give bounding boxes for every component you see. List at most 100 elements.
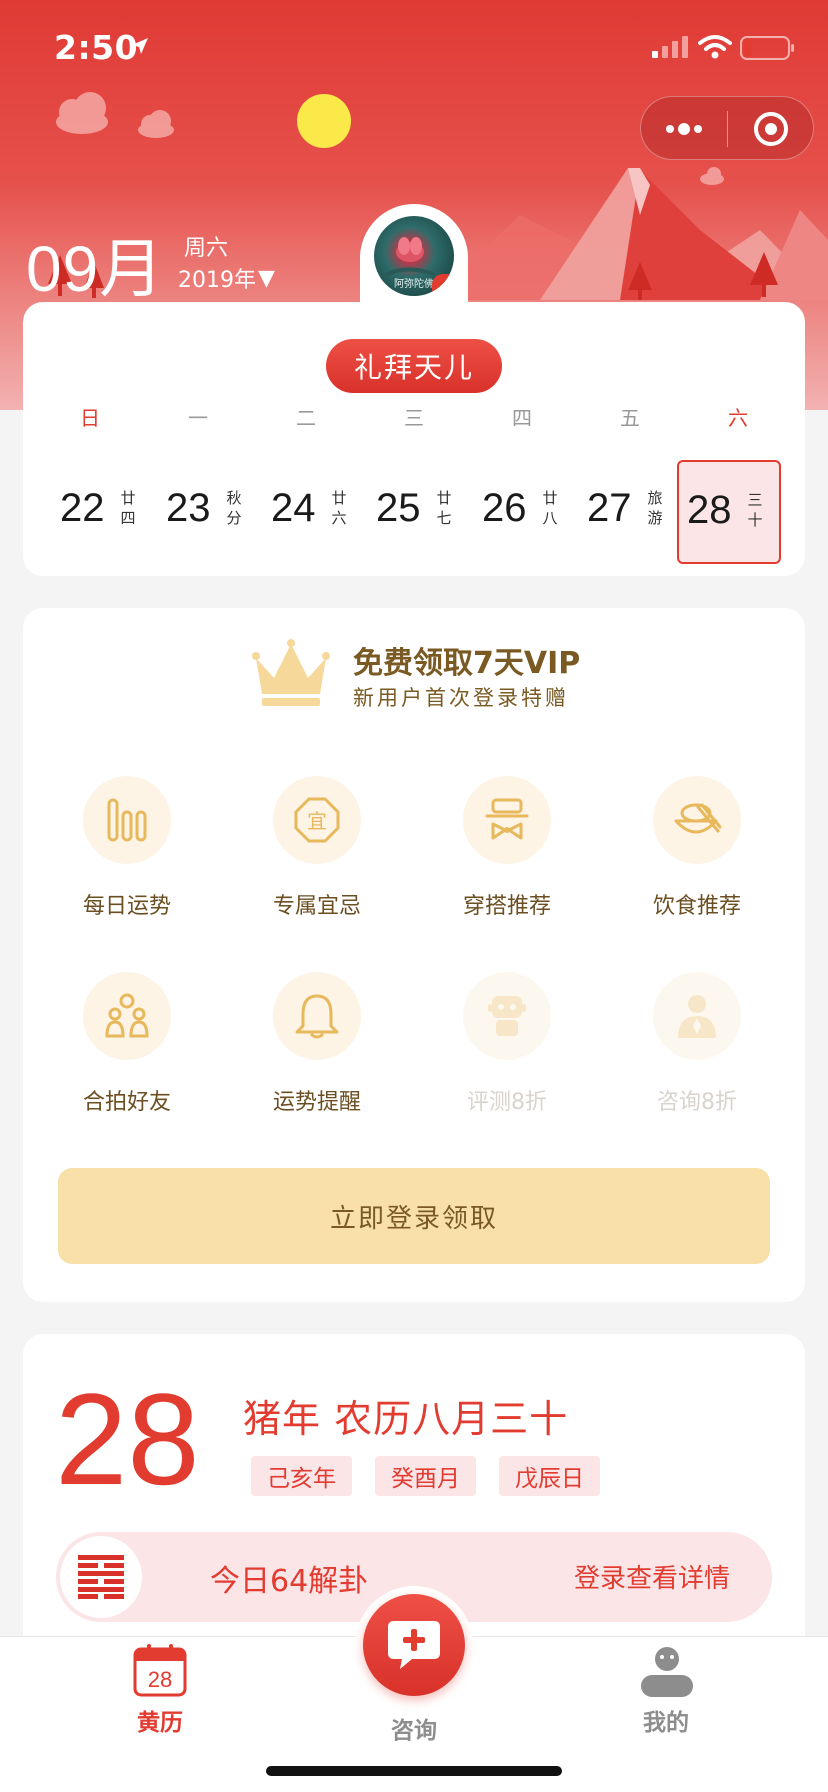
battery-icon [740, 36, 794, 60]
week-calendar-card: 礼拜天儿 日 一 二 三 四 五 六 22 廿四 23 秋分 24 廿六 25 … [23, 302, 805, 576]
svg-text:宜: 宜 [307, 809, 327, 833]
day-lunar-label: 廿七 [436, 489, 452, 527]
hexagram-icon [60, 1536, 142, 1618]
target-close-icon [754, 112, 788, 146]
feature-label: 评测8折 [467, 1090, 547, 1115]
profile-icon [641, 1647, 693, 1697]
status-time: 2:50 [54, 28, 139, 67]
day-cell[interactable]: 26 廿八 [474, 460, 578, 564]
consult-fab-container [355, 1586, 473, 1704]
feature-assessment-discount[interactable]: 评测8折 [417, 972, 597, 1132]
location-arrow-icon [132, 38, 148, 54]
weekday-label: 日 [80, 406, 100, 430]
day-number: 23 [166, 486, 211, 530]
feature-icon-circle [83, 972, 171, 1060]
feature-label: 穿搭推荐 [462, 894, 551, 919]
calendar-badge: 28 [148, 1667, 172, 1692]
feature-food[interactable]: 饮食推荐 [607, 776, 787, 936]
feature-label: 运势提醒 [272, 1090, 361, 1115]
hat-bowtie-icon [485, 798, 529, 840]
feature-icon-circle: 宜 [273, 776, 361, 864]
day-cell-selected[interactable]: 28 三十 [677, 460, 781, 564]
feature-consult-discount[interactable]: 咨询8折 [607, 972, 787, 1132]
hexagram-title: 今日64解卦 [210, 1564, 369, 1599]
tab-profile[interactable]: 我的 [566, 1637, 766, 1757]
consult-fab-button[interactable] [363, 1594, 465, 1696]
day-lunar-label: 廿八 [542, 489, 558, 527]
miniprogram-capsule [640, 96, 814, 160]
tab-label: 我的 [643, 1710, 689, 1736]
weekday-header-row: 日 一 二 三 四 五 六 [23, 402, 805, 442]
feature-label: 每日运势 [82, 894, 171, 919]
cellular-signal-icon [652, 36, 688, 58]
more-button[interactable] [641, 97, 727, 161]
yi-seal-icon: 宜 [294, 797, 340, 843]
weekday-label: 二 [296, 406, 316, 430]
day-cell[interactable]: 27 旅游 [579, 460, 683, 564]
day-number: 26 [482, 486, 527, 530]
login-view-details-link[interactable]: 登录查看详情 [574, 1558, 730, 1595]
day-cell[interactable]: 22 廿四 [52, 460, 156, 564]
feature-daily-fortune[interactable]: 每日运势 [37, 776, 217, 936]
bell-icon [295, 994, 339, 1039]
feature-icon-circle [653, 776, 741, 864]
day-lunar-label: 廿六 [331, 489, 347, 527]
more-dots-icon [666, 123, 702, 135]
friends-icon [105, 993, 149, 1038]
year-label: 2019年 [178, 268, 256, 293]
day-lunar-label: 廿四 [120, 489, 136, 527]
weekday-label: 五 [620, 406, 640, 430]
login-claim-button[interactable]: 立即登录领取 [58, 1168, 770, 1264]
home-indicator [266, 1766, 562, 1776]
ganzhi-month-tag: 癸酉月 [375, 1456, 476, 1496]
bars-icon [107, 798, 147, 842]
weekday-label: 三 [404, 406, 424, 430]
avatar-container[interactable]: 阿弥陀佛 [360, 204, 468, 316]
vip-title: 免费领取7天VIP [353, 646, 581, 681]
calendar-icon: 28 [133, 1644, 187, 1697]
current-month: 09月 [26, 233, 165, 305]
vip-subtitle: 新用户首次登录特赠 [353, 686, 569, 710]
feature-personal-yiji[interactable]: 宜 专属宜忌 [227, 776, 407, 936]
feature-icon-circle [463, 972, 551, 1060]
consult-icon [388, 1621, 440, 1669]
year-picker[interactable]: 2019年 ▼ [178, 262, 275, 294]
status-bar: 2:50 [0, 0, 828, 100]
advisor-icon [678, 995, 716, 1038]
feature-outfit[interactable]: 穿搭推荐 [417, 776, 597, 936]
week-days-row: 22 廿四 23 秋分 24 廿六 25 廿七 26 廿八 27 旅游 28 三… [23, 460, 805, 564]
almanac-day: 28 [55, 1366, 200, 1512]
current-weekday: 周六 [184, 236, 229, 261]
feature-icon-circle [273, 972, 361, 1060]
day-number: 25 [376, 486, 421, 530]
crown-icon [252, 639, 330, 706]
flag-badge-icon [432, 274, 454, 296]
feature-fortune-reminder[interactable]: 运势提醒 [227, 972, 407, 1132]
dropdown-triangle-icon: ▼ [258, 265, 275, 291]
day-cell[interactable]: 25 廿七 [368, 460, 472, 564]
wifi-icon [698, 35, 732, 59]
tab-label: 咨询 [391, 1718, 437, 1744]
weekday-label: 四 [512, 406, 532, 430]
vip-promo-card: 免费领取7天VIP 新用户首次登录特赠 每日运势 宜 专属宜忌 穿搭推荐 饮食推… [23, 608, 805, 1302]
day-lunar-label: 旅游 [647, 489, 663, 527]
tab-almanac[interactable]: 28 黄历 [60, 1637, 260, 1757]
bowl-icon [674, 803, 722, 834]
feature-label: 咨询8折 [657, 1090, 737, 1115]
feature-icon-circle [463, 776, 551, 864]
feature-label: 饮食推荐 [652, 894, 741, 919]
day-cell[interactable]: 24 廿六 [263, 460, 367, 564]
close-miniprogram-button[interactable] [728, 97, 814, 161]
day-cell[interactable]: 23 秋分 [158, 460, 262, 564]
feature-label: 专属宜忌 [272, 894, 361, 919]
day-number: 24 [271, 486, 316, 530]
feature-label: 合拍好友 [82, 1090, 171, 1115]
day-number: 27 [587, 486, 632, 530]
feature-icon-circle [83, 776, 171, 864]
festival-badge[interactable]: 礼拜天儿 [326, 339, 502, 393]
ganzhi-year-tag: 己亥年 [251, 1456, 352, 1496]
feature-friends-match[interactable]: 合拍好友 [37, 972, 217, 1132]
lunar-date: 猪年 农历八月三十 [243, 1397, 569, 1441]
day-lunar-label: 秋分 [226, 489, 242, 527]
feature-icon-circle [653, 972, 741, 1060]
